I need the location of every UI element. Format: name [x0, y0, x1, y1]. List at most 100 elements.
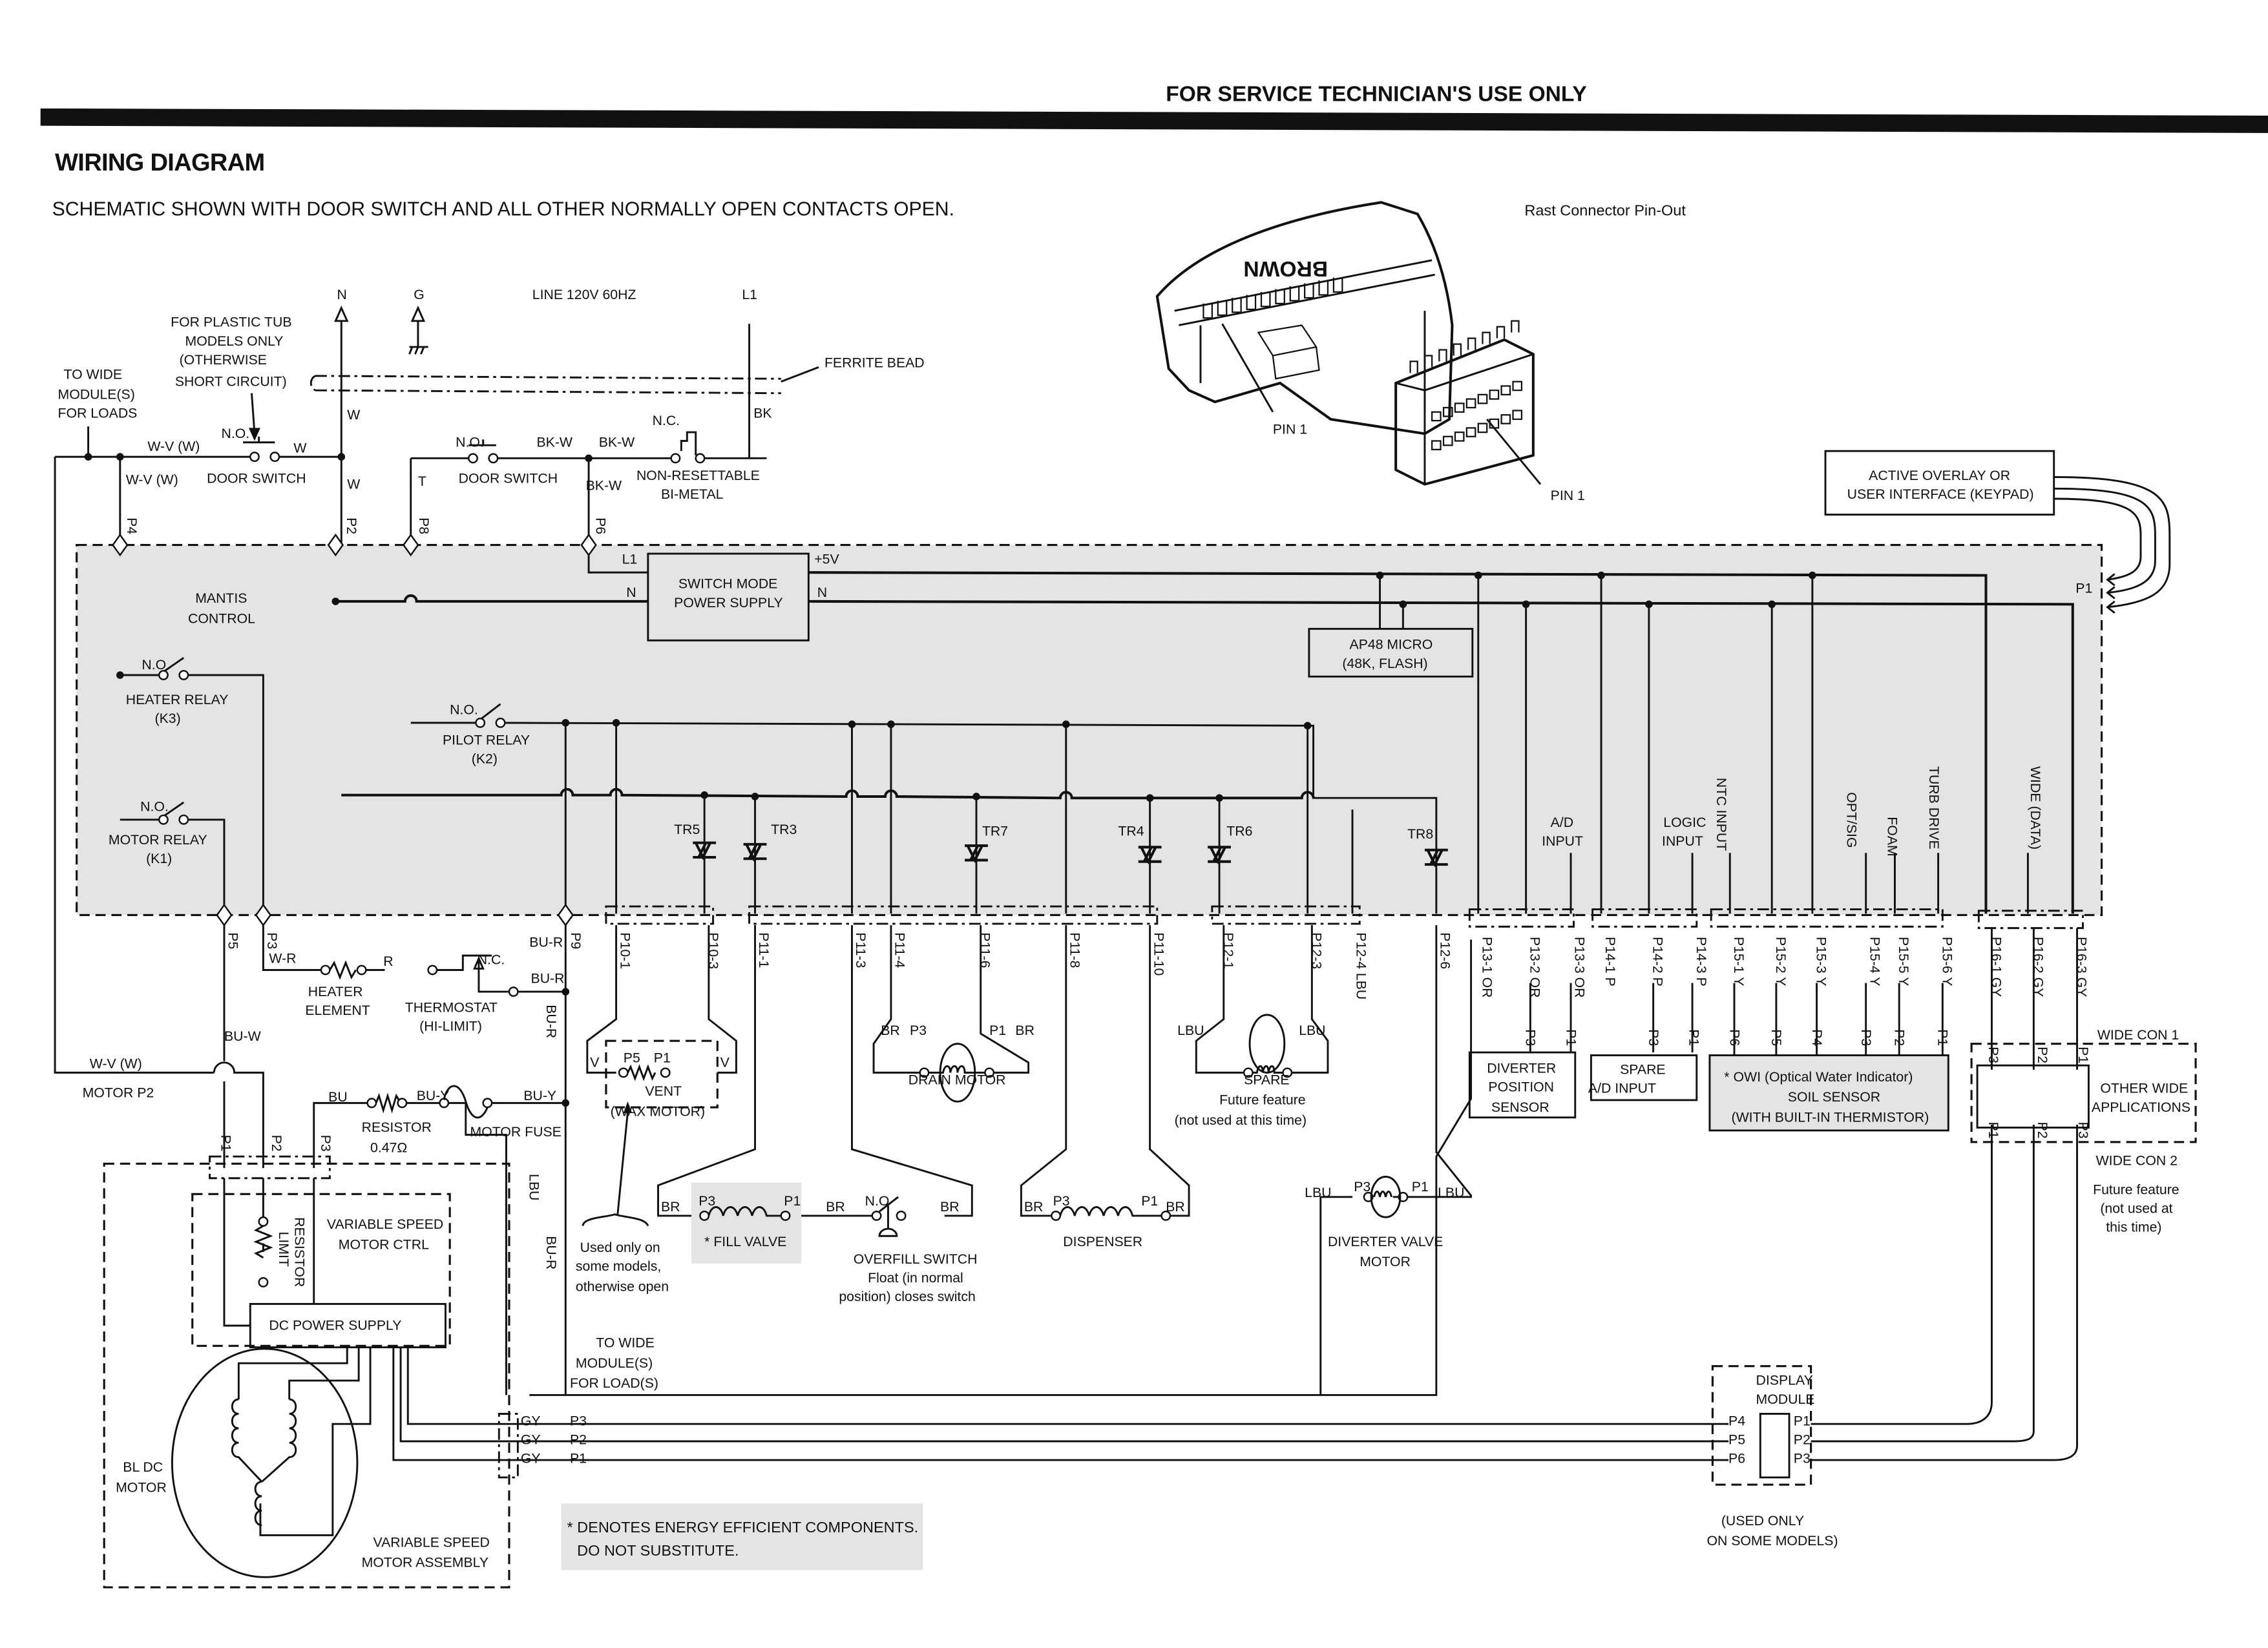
fill-valve-overfill: BR P3 P1 BR N.O BR * FILL VALVE OVERFILL…	[657, 925, 978, 1304]
vent-terminal-p5	[618, 1067, 629, 1078]
header-band	[40, 108, 2268, 133]
motor-pin-p3: P3	[318, 1135, 333, 1152]
triac-tr5-label: TR5	[674, 822, 700, 837]
connector-pin-labels: P5 P3 P9 P10-1 P10-3 P11-1 P11-3 P11-4 P…	[226, 932, 2090, 999]
owi-pin-p2: P2	[1891, 1029, 1907, 1046]
to-wide-loads-3: FOR LOADS	[58, 406, 138, 421]
neutral-terminal-icon	[334, 306, 349, 322]
vent-note-2: some models,	[576, 1258, 661, 1274]
page-subtitle: SCHEMATIC SHOWN WITH DOOR SWITCH AND ALL…	[52, 198, 954, 220]
line-voltage-label: LINE 120V 60HZ	[532, 287, 636, 302]
diverter-valve-motor: LBU P3 P1 LBU DIVERTER VALVE MOTOR	[1305, 925, 1473, 1395]
overfill-terminal-a	[871, 1210, 882, 1221]
pilot-relay-terminal-b	[495, 717, 506, 728]
fill-p1: P1	[784, 1193, 801, 1209]
resistor-value: 0.47Ω	[370, 1140, 407, 1155]
vent-p5: P5	[624, 1050, 640, 1066]
pin-p9-label: P9	[568, 932, 583, 949]
motor-pin-p1: P1	[218, 1135, 233, 1152]
dispenser-label: DISPENSER	[1063, 1234, 1142, 1249]
vs-ctrl-label-1: VARIABLE SPEED	[327, 1216, 443, 1232]
plastic-tub-note-4: SHORT CIRCUIT)	[175, 373, 287, 389]
motor-pin-p2: P2	[269, 1135, 284, 1152]
gy-line-2-pin: P2	[570, 1432, 587, 1447]
heater-element-icon	[329, 960, 357, 980]
triac-tr4-label: TR4	[1118, 823, 1144, 839]
keypad-p1-label: P1	[2075, 580, 2092, 596]
heater-terminal-a	[320, 965, 331, 975]
overfill-terminal-b	[896, 1210, 907, 1221]
display-module-connector	[1759, 1413, 1790, 1479]
owi-name-3: (WITH BUILT-IN THERMISTOR)	[1732, 1109, 1929, 1125]
ground-label: G	[414, 287, 425, 302]
door-switch-1-label: DOOR SWITCH	[207, 470, 306, 486]
display-right-p2: P2	[1794, 1432, 1811, 1447]
wiring-diagram: FOR SERVICE TECHNICIAN'S USE ONLY WIRING…	[40, 83, 2268, 1589]
spare-ad-name-1: SPARE	[1620, 1062, 1665, 1078]
gy-line-1-pin: P3	[570, 1413, 587, 1428]
smps-5v: +5V	[814, 552, 839, 567]
display-name-1: DISPLAY	[1756, 1373, 1813, 1388]
pin-p12-6-label: P12-6	[1438, 932, 1453, 969]
micro-label-2: (48K, FLASH)	[1342, 656, 1427, 671]
spare-ad-name-2: A/D INPUT	[1588, 1081, 1656, 1096]
page-title: WIRING DIAGRAM	[55, 149, 264, 176]
ferrite-bead-label: FERRITE BEAD	[824, 355, 925, 370]
bur-label-3: BU-R	[543, 1005, 559, 1038]
fill-valve-terminal-p3	[699, 1210, 710, 1221]
heater-relay-name: HEATER RELAY	[126, 692, 229, 707]
overfill-br: BR	[940, 1199, 960, 1215]
to-wide-load-2: MODULE(S)	[576, 1355, 653, 1371]
triac-tr3-label: TR3	[771, 822, 797, 837]
footnote-shading	[561, 1503, 923, 1570]
bur-label-2: BU-R	[531, 971, 565, 986]
spare-note-1: Future feature	[1219, 1092, 1306, 1108]
spare-motor-icon	[1248, 1014, 1286, 1074]
smps-n-in: N	[626, 585, 636, 600]
dispenser-br1: BR	[1024, 1199, 1044, 1215]
heater-element-label-1: HEATER	[308, 984, 363, 999]
overfill-label: OVERFILL SWITCH	[854, 1251, 978, 1267]
bldc-label-2: MOTOR	[116, 1479, 167, 1495]
micro-label-1: AP48 MICRO	[1350, 637, 1433, 652]
vent-heater-icon	[627, 1064, 656, 1081]
energy-footnote: * DENOTES ENERGY EFFICIENT COMPONENTS. D…	[561, 1503, 923, 1570]
motor-buy-label-2: BU-Y	[523, 1088, 556, 1103]
diverter-motor-p3: P3	[1354, 1179, 1370, 1194]
service-note: FOR SERVICE TECHNICIAN'S USE ONLY	[1166, 83, 1586, 107]
pin-p14-1-label: P14-1 P	[1602, 937, 1618, 986]
heater-relay-no: N.O.	[142, 657, 170, 673]
limit-resistor-icon	[253, 1225, 273, 1259]
door-switch-2-no: N.O.	[456, 434, 484, 450]
diverter-sensor-p1: P1	[1563, 1029, 1579, 1046]
display-module: DISPLAY MODULE P4 P5 P6 P1 P2 P3 (USED O…	[1706, 1365, 1838, 1549]
bimetal-terminal-a	[670, 453, 681, 464]
diverter-sensor-p3: P3	[1523, 1029, 1538, 1046]
motor-buy-label-1: BU-Y	[417, 1088, 450, 1103]
fill-valve-terminal-p1	[780, 1210, 791, 1221]
motor-lbu-label: LBU	[526, 1174, 541, 1200]
rast-title: Rast Connector Pin-Out	[1524, 202, 1686, 218]
pin-p15-5-label: P15-5 Y	[1896, 937, 1911, 986]
pilot-relay-id: (K2)	[472, 751, 498, 767]
smps-n-out: N	[817, 585, 827, 600]
diverter-sensor-name-2: POSITION	[1488, 1079, 1554, 1094]
bimetal-nc: N.C.	[653, 413, 680, 428]
n-wire-w1: W	[347, 407, 360, 422]
rast-pin1-label-b: PIN 1	[1551, 488, 1585, 503]
footnote-line-2: DO NOT SUBSTITUTE.	[577, 1542, 739, 1559]
owi-pin-p3: P3	[1858, 1029, 1874, 1046]
spare-ad-p3: P3	[1646, 1029, 1661, 1046]
overfill-no: N.O	[865, 1193, 890, 1209]
motor-relay-terminal-a	[158, 814, 169, 825]
pin-p15-3-label: P15-3 Y	[1814, 937, 1829, 986]
drain-br2: BR	[1015, 1023, 1034, 1038]
vent-note-brace-icon	[582, 1213, 649, 1227]
bkw-label-2: BK-W	[599, 434, 635, 450]
thermostat-nc: N.C.	[478, 952, 505, 968]
gy-line-1-color: GY	[521, 1413, 541, 1428]
owi-pin-p4: P4	[1809, 1029, 1825, 1046]
dc-power-supply-label: DC POWER SUPPLY	[269, 1318, 401, 1333]
rast-brand-label: BROWN	[1243, 256, 1328, 280]
rast-pin1-label-a: PIN 1	[1273, 421, 1307, 437]
